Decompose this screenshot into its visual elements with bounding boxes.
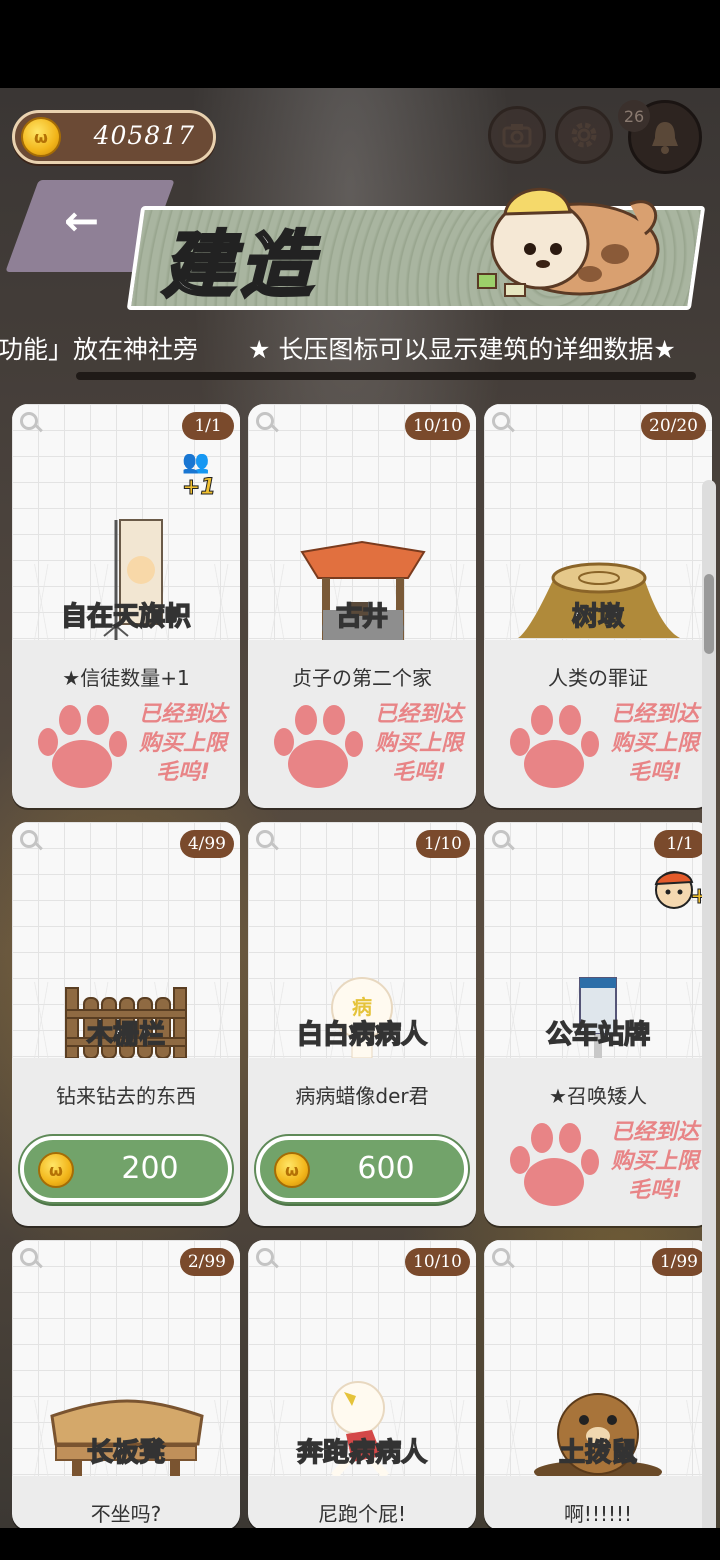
limit-label: 已经到达购买上限毛呜! [600,700,710,787]
building-name: 长板凳 [86,1437,166,1469]
coin-value: 405817 [93,121,195,150]
building-card[interactable]: 1/1 公车站牌 ★召唤矮人已经到达购买上限毛呜! + [484,822,712,1226]
building-name: 木栅栏 [86,1019,166,1051]
magnifier-icon[interactable] [256,830,274,848]
ticker-underline [76,372,696,380]
owned-count: 4/99 [179,830,234,858]
dog-mascot [477,187,660,297]
building-description: 尼跑个屁! [317,1502,407,1526]
coin-icon: ω [38,1152,74,1188]
paw-icon [32,702,128,794]
magnifier-icon[interactable] [492,830,510,848]
paw-icon [268,702,364,794]
building-name: 树墩 [571,601,625,633]
magnifier-icon[interactable] [20,1248,38,1266]
follower-bonus-icon: 👥+1 [182,450,217,501]
build-screen: ω 405817 26 ← 建造 功能」放在神社旁 ★ 长压图标可以显示建筑的详… [0,88,720,1528]
building-name: 奔跑病病人 [296,1437,428,1469]
building-name: 土拨鼠 [558,1437,638,1469]
page-title: 建造 [160,222,319,309]
owned-count: 1/99 [651,1248,706,1276]
buy-button[interactable]: ω 200 [20,1136,232,1202]
owned-count: 1/10 [415,830,470,858]
owned-count: 20/20 [641,412,706,440]
building-card[interactable]: 10/10 奔跑病病人尼跑个屁! [248,1240,476,1528]
navigation-bar [0,1528,720,1560]
building-name: 古井 [335,601,389,633]
ticker-text: 功能」放在神社旁 ★ 长压图标可以显示建筑的详细数据★ [0,335,676,364]
paw-icon [504,702,600,794]
limit-label: 已经到达购买上限毛呜! [600,1118,710,1205]
info-ticker: 功能」放在神社旁 ★ 长压图标可以显示建筑的详细数据★ [0,320,720,380]
coin-icon: ω [21,117,61,157]
price-label: 200 [121,1151,179,1186]
magnifier-icon[interactable] [20,412,38,430]
building-description: 不坐吗? [90,1502,162,1526]
building-card[interactable]: 1/99 土拨鼠啊!!!!!! [484,1240,712,1528]
limit-line: 购买上限 [610,1149,699,1174]
bell-icon [652,122,678,154]
limit-line: 已经到达 [374,702,463,727]
building-card[interactable]: 病 1/10 白白病病人 病病蜡像der君 ω 600 [248,822,476,1226]
camera-icon [502,124,532,148]
building-description: ★信徒数量+1 [62,666,190,690]
owned-count: 10/10 [405,1248,470,1276]
limit-line: 毛呜! [627,1178,683,1203]
building-description: 钻来钻去的东西 [56,1084,196,1108]
building-card[interactable]: 4/99 木栅栏钻来钻去的东西 ω 200 [12,822,240,1226]
magnifier-icon[interactable] [492,1248,510,1266]
owned-count: 1/1 [654,830,706,858]
coin-counter: ω 405817 [12,110,216,164]
limit-line: 毛呜! [155,760,211,785]
magnifier-icon[interactable] [256,412,274,430]
magnifier-icon[interactable] [20,830,38,848]
settings-button[interactable] [555,106,613,164]
camera-button[interactable] [488,106,546,164]
notification-badge: 26 [618,100,650,132]
limit-line: 毛呜! [391,760,447,785]
building-card[interactable]: 2/99 长板凳不坐吗? [12,1240,240,1528]
building-card[interactable]: 10/10 古井贞子の第二个家已经到达购买上限毛呜! [248,404,476,808]
gear-icon [571,122,597,148]
building-description: 病病蜡像der君 [295,1084,429,1108]
price-label: 600 [357,1151,415,1186]
building-name: 公车站牌 [545,1019,651,1051]
building-description: 贞子の第二个家 [292,666,432,690]
owned-count: 10/10 [405,412,470,440]
building-name: 自在天旗帜 [60,601,192,633]
building-description: 人类の罪证 [548,666,648,690]
buy-button[interactable]: ω 600 [256,1136,468,1202]
follower-bonus-label: +1 [182,475,217,501]
building-card[interactable]: 20/20 树墩人类の罪证已经到达购买上限毛呜! [484,404,712,808]
limit-label: 已经到达购买上限毛呜! [364,700,474,787]
limit-line: 购买上限 [138,731,227,756]
limit-line: 毛呜! [627,760,683,785]
back-arrow-icon: ← [64,196,100,245]
limit-line: 已经到达 [610,702,699,727]
magnifier-icon[interactable] [256,1248,274,1266]
owned-count: 1/1 [182,412,234,440]
scroll-thumb[interactable] [704,574,714,654]
building-card[interactable]: 1/1 自在天旗帜 ★信徒数量+1 已经到达购买上限毛呜! 👥+1 [12,404,240,808]
paw-icon [504,1120,600,1212]
limit-label: 已经到达购买上限毛呜! [128,700,238,787]
dwarf-bonus-icon: + [652,866,709,910]
limit-line: 已经到达 [138,702,227,727]
building-description: ★召唤矮人 [549,1084,647,1108]
owned-count: 2/99 [179,1248,234,1276]
limit-line: 已经到达 [610,1120,699,1145]
limit-line: 购买上限 [610,731,699,756]
building-name: 白白病病人 [296,1019,428,1051]
building-description: 啊!!!!!! [563,1502,633,1526]
magnifier-icon[interactable] [492,412,510,430]
status-bar [0,0,720,88]
limit-line: 购买上限 [374,731,463,756]
coin-icon: ω [274,1152,310,1188]
